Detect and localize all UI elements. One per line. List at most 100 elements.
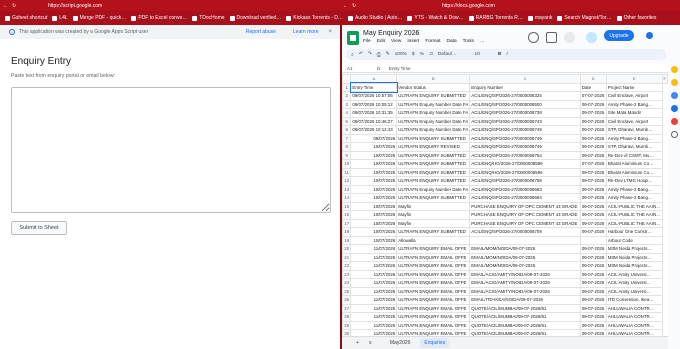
table-cell[interactable]: ACIL/ENQ/SP/2026-27/0000008758: [469, 176, 581, 186]
table-cell[interactable]: 09-07-2026: [579, 167, 607, 177]
table-cell[interactable]: ITD Convention, Ikea…: [605, 295, 663, 305]
table-cell[interactable]: ULTRAFN Enquiry Number Date FA: [396, 108, 471, 118]
row-number[interactable]: 3: [342, 99, 352, 109]
table-cell[interactable]: 09/07/2026 10:46:27: [350, 116, 398, 126]
table-cell[interactable]: ACIL/ENQ/SP/2026-27/0000008749: [469, 133, 581, 143]
table-cell[interactable]: Enquiry Number: [469, 82, 581, 92]
bookmark-item[interactable]: mayank: [527, 15, 552, 21]
font-size-input[interactable]: 10: [475, 52, 480, 57]
table-cell[interactable]: PURCHASE ENQUIRY OF OPC CEMENT 43 GRADE: [469, 210, 581, 220]
table-cell[interactable]: 11/07/2026: [350, 303, 398, 313]
row-number[interactable]: 24: [342, 278, 352, 288]
percent-icon[interactable]: %: [420, 52, 424, 57]
meet-icon[interactable]: [564, 32, 575, 43]
table-cell[interactable]: ULTRAFN ENQUIRY EMAIL OFFE: [396, 244, 471, 254]
table-cell[interactable]: ACIL Amity Universi…: [605, 278, 663, 288]
spreadsheet-grid[interactable]: ABCDEF 1 Entry Time Vendor Status Enquiry N…: [342, 74, 668, 336]
table-cell[interactable]: 10/07/2026: [350, 176, 398, 186]
bookmark-item[interactable]: YTS - Watch & Dow…: [407, 15, 464, 21]
table-cell[interactable]: EMAIL/ACIG/AMITY/NOIDA/09-07-2026: [469, 269, 581, 279]
table-cell[interactable]: 09-07-2026: [579, 193, 607, 203]
row-number[interactable]: 25: [342, 286, 352, 296]
table-cell[interactable]: ACIL/ENQ/SP/2026-27/0000008684: [469, 193, 581, 203]
row-number[interactable]: 7: [342, 133, 352, 143]
table-cell[interactable]: M3M Noida Projects…: [605, 261, 663, 271]
table-cell[interactable]: 11/07/2026: [350, 261, 398, 271]
table-cell[interactable]: 09-07-2026: [579, 269, 607, 279]
table-cell[interactable]: ACIL/ENQ/SP/2026-27/0000008754: [469, 150, 581, 160]
table-cell[interactable]: ULTRAFN ENQUIRY EMAIL OFFE: [396, 312, 471, 322]
table-cell[interactable]: 09-07-2026: [579, 210, 607, 220]
row-number[interactable]: 2: [342, 91, 352, 101]
row-number[interactable]: 27: [342, 303, 352, 313]
table-cell[interactable]: 09-07-2026: [579, 227, 607, 237]
table-cell[interactable]: Mayfin: [396, 201, 471, 211]
table-cell[interactable]: ULTRAFN ENQUIRY SUBMITTED: [396, 176, 471, 186]
menu-item[interactable]: Edit: [377, 39, 385, 44]
star-icon[interactable]: ☆: [414, 30, 419, 37]
table-cell[interactable]: ULTRAFN Enquiry Number Date FA: [396, 116, 471, 126]
table-cell[interactable]: AHLUWALIA CONTR…: [605, 312, 663, 322]
row-number[interactable]: 11: [342, 167, 352, 177]
table-cell[interactable]: 09-07-2026: [579, 108, 607, 118]
table-cell[interactable]: EMAIL/MOM/NOIDA/09-07-2026: [469, 244, 581, 254]
table-cell[interactable]: Amity Phase-2 Bang…: [605, 184, 663, 194]
bookmark-item[interactable]: Search Magnet/Tor…: [557, 15, 612, 21]
table-cell[interactable]: Vendor Status: [396, 82, 471, 92]
row-number[interactable]: 20: [342, 244, 352, 254]
row-number[interactable]: 15: [342, 201, 352, 211]
table-cell[interactable]: 09/07/2026 10:05:12: [350, 99, 398, 109]
row-number[interactable]: 21: [342, 252, 352, 262]
menu-item[interactable]: Data: [447, 39, 457, 44]
refresh-icon[interactable]: ↻: [352, 3, 358, 9]
table-cell[interactable]: ULTRAFN ENQUIRY SUBMITTED: [396, 227, 471, 237]
table-cell[interactable]: AHLUWALIA CONTR…: [605, 320, 663, 330]
table-cell[interactable]: ULTRAFN ENQUIRY SUBMITTED: [396, 150, 471, 160]
table-cell[interactable]: ULTRAFN ENQUIRY EMAIL OFFE: [396, 320, 471, 330]
decimal-icon[interactable]: .0: [429, 52, 433, 57]
menu-item[interactable]: File: [363, 39, 371, 44]
table-cell[interactable]: 10/07/2026: [350, 201, 398, 211]
table-cell[interactable]: 07-07-2026: [579, 91, 607, 101]
table-cell[interactable]: 09-07-2026: [579, 184, 607, 194]
table-cell[interactable]: 10/07/2026: [350, 218, 398, 228]
bookmark-item[interactable]: RARBG Torrents R…: [468, 15, 523, 21]
gemini-icon[interactable]: [646, 32, 653, 39]
table-cell[interactable]: ULTRAFN ENQUIRY EMAIL OFFE: [396, 252, 471, 262]
row-number[interactable]: 28: [342, 312, 352, 322]
table-cell[interactable]: 09-07-2026: [579, 142, 607, 152]
table-cell[interactable]: STP, Dharavi, Mumb…: [605, 142, 663, 152]
sheets-logo-icon[interactable]: [347, 31, 359, 45]
table-cell[interactable]: ULTRAFN ENQUIRY EMAIL OFFE: [396, 295, 471, 305]
table-cell[interactable]: 10/07/2026: [350, 193, 398, 203]
row-number[interactable]: 17: [342, 218, 352, 228]
table-cell[interactable]: 09-07-2026: [579, 320, 607, 330]
row-number[interactable]: 29: [342, 320, 352, 330]
table-cell[interactable]: 10/07/2026: [350, 167, 398, 177]
table-cell[interactable]: ACIL/ENQ/HO/2026-27/0000008599: [469, 159, 581, 169]
table-cell[interactable]: 09-07-2026: [579, 278, 607, 288]
back-icon[interactable]: ←: [343, 3, 349, 9]
row-number[interactable]: 10: [342, 159, 352, 169]
table-cell[interactable]: ULTRAFN ENQUIRY EMAIL OFFE: [396, 286, 471, 296]
table-cell[interactable]: 11/07/2026: [350, 286, 398, 296]
table-cell[interactable]: 10/07/2026: [350, 159, 398, 169]
row-number[interactable]: 13: [342, 184, 352, 194]
learn-more-link[interactable]: Learn more: [293, 29, 319, 35]
left-url[interactable]: https://script.google.com: [48, 3, 102, 9]
tab-may2026[interactable]: May2026: [386, 338, 415, 348]
upgrade-button[interactable]: Upgrade: [604, 30, 634, 41]
table-cell[interactable]: 07-07-2026: [579, 159, 607, 169]
table-cell[interactable]: ULTRAFN Enquiry Number Date FA: [396, 125, 471, 135]
column-header[interactable]: [342, 74, 352, 84]
bookmark-item[interactable]: Merge PDF - quick…: [72, 15, 126, 21]
table-cell[interactable]: ULTRAFN ENQUIRY EMAIL OFFE: [396, 303, 471, 313]
table-cell[interactable]: ULTRAFN ENQUIRY EMAIL OFFE: [396, 269, 471, 279]
table-cell[interactable]: QUOTE/ACIL/MUMBAI/09-07-2026/81: [469, 303, 581, 313]
table-cell[interactable]: 10/07/2026: [350, 227, 398, 237]
table-cell[interactable]: Arbour Code: [605, 235, 663, 245]
table-cell[interactable]: Mayfin: [396, 210, 471, 220]
table-cell[interactable]: ACIL-PUBLIC THE AAIN…: [605, 201, 663, 211]
table-cell[interactable]: ACIL-PUBLIC THE AAIN…: [605, 218, 663, 228]
menu-item[interactable]: Insert: [407, 39, 419, 44]
